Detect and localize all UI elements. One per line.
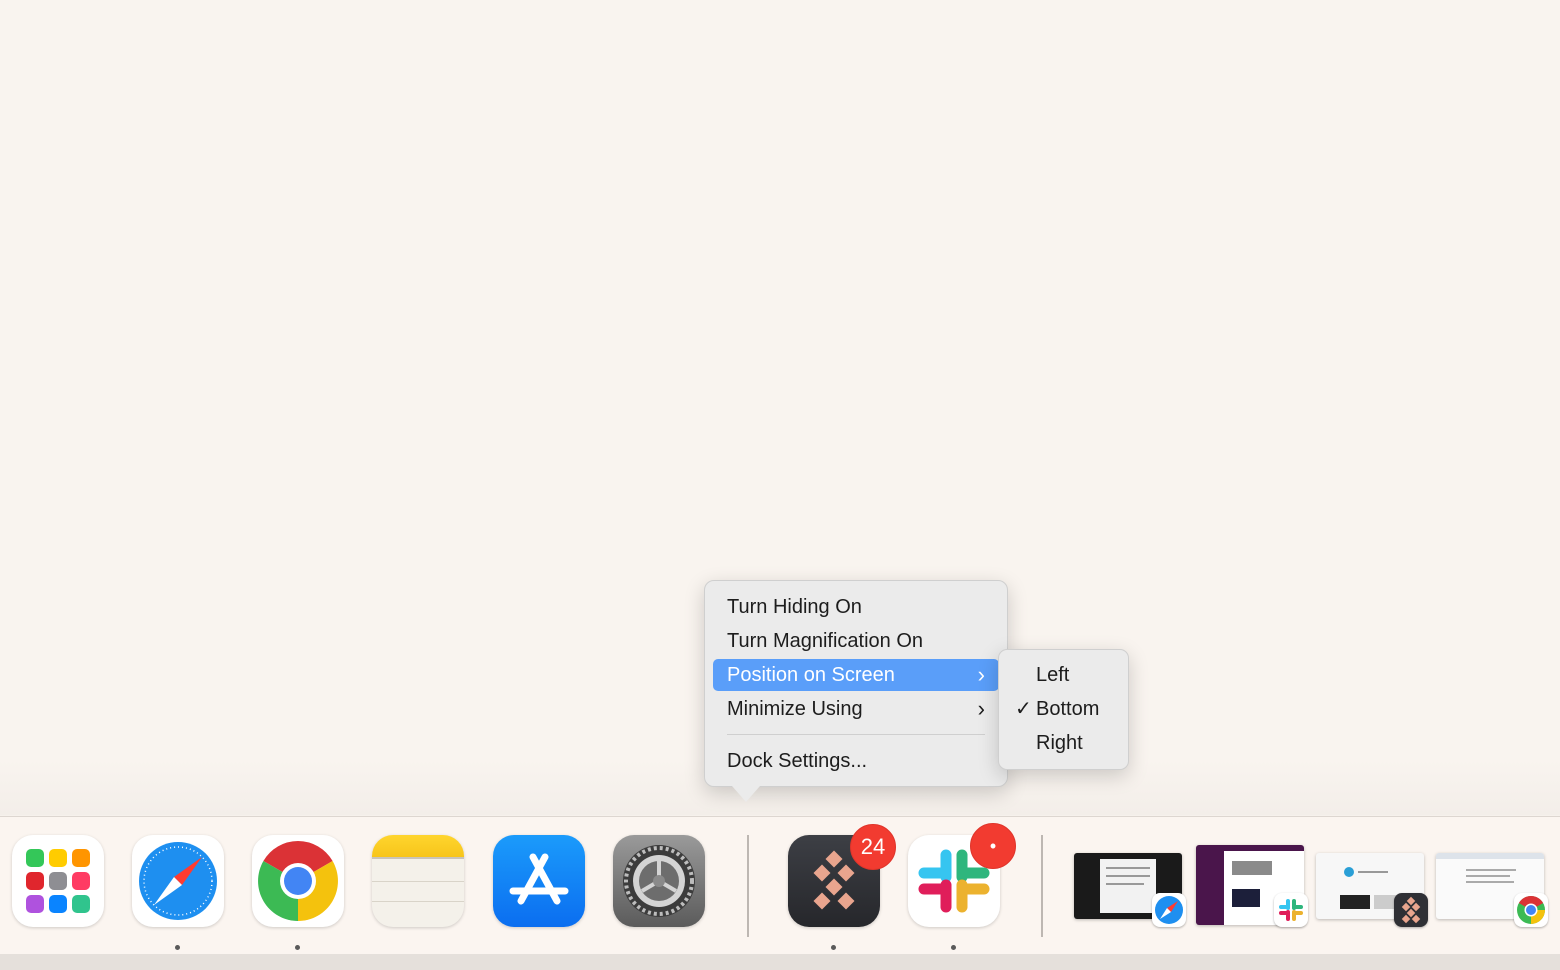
menu-item-label: Turn Magnification On [727, 630, 924, 652]
checkmark-icon: ✓ [1015, 698, 1032, 720]
chrome-icon [1514, 893, 1548, 927]
launchpad-icon [12, 835, 104, 927]
menu-item-label: Turn Hiding On [727, 596, 862, 618]
position-submenu: Left ✓ Bottom Right [998, 649, 1129, 770]
submenu-item-label: Bottom [1036, 698, 1100, 720]
minimized-window-setapp[interactable] [1316, 845, 1428, 927]
slack-running-indicator [951, 945, 956, 950]
slack-icon [1274, 893, 1308, 927]
system-settings-icon [613, 835, 705, 927]
menu-item-turn-magnification-on[interactable]: Turn Magnification On [713, 625, 999, 657]
menu-item-minimize-using[interactable]: Minimize Using › [713, 693, 999, 725]
safari-icon [132, 835, 224, 927]
dock-item-app-store[interactable] [493, 835, 587, 929]
dock-item-chrome[interactable] [252, 835, 346, 929]
menu-item-label: Position on Screen [727, 664, 895, 686]
setapp-running-indicator [831, 945, 836, 950]
setapp-badge: 24 [850, 824, 896, 870]
notes-icon [372, 835, 464, 927]
menu-item-dock-settings[interactable]: Dock Settings... [713, 745, 999, 777]
chrome-icon [252, 835, 344, 927]
app-store-icon [493, 835, 585, 927]
dock-context-menu: Turn Hiding On Turn Magnification On Pos… [704, 580, 1008, 787]
dock-item-slack[interactable]: • [908, 823, 1016, 929]
chevron-right-icon: › [977, 696, 985, 721]
dock-item-system-settings[interactable] [613, 835, 707, 929]
dock-item-setapp[interactable]: 24 [788, 824, 896, 929]
submenu-item-label: Left [1036, 664, 1070, 686]
chrome-running-indicator [295, 945, 300, 950]
dock: 24 • [0, 816, 1560, 955]
dock-separator-2 [1041, 835, 1043, 937]
setapp-icon [1394, 893, 1428, 927]
submenu-item-right[interactable]: Right [1005, 727, 1123, 759]
minimized-window-safari[interactable] [1074, 845, 1186, 927]
chevron-right-icon: › [977, 662, 985, 687]
slack-badge: • [970, 823, 1016, 869]
menu-pointer-arrow [732, 786, 760, 802]
submenu-item-bottom[interactable]: ✓ Bottom [1005, 693, 1123, 725]
menu-item-label: Dock Settings... [727, 750, 868, 772]
safari-running-indicator [175, 945, 180, 950]
safari-icon [1152, 893, 1186, 927]
menu-divider [727, 734, 985, 735]
screen-bottom-edge [0, 954, 1560, 970]
dock-separator [747, 835, 749, 937]
menu-item-position-on-screen[interactable]: Position on Screen › [713, 659, 999, 691]
minimized-window-slack[interactable] [1196, 845, 1308, 927]
menu-item-label: Minimize Using [727, 698, 863, 720]
submenu-item-left[interactable]: Left [1005, 659, 1123, 691]
menu-item-turn-hiding-on[interactable]: Turn Hiding On [713, 591, 999, 623]
submenu-item-label: Right [1036, 732, 1083, 754]
dock-item-notes[interactable] [372, 835, 466, 929]
dock-item-safari[interactable] [132, 835, 226, 929]
dock-item-launchpad[interactable] [12, 835, 106, 929]
minimized-window-chrome[interactable] [1436, 845, 1548, 927]
